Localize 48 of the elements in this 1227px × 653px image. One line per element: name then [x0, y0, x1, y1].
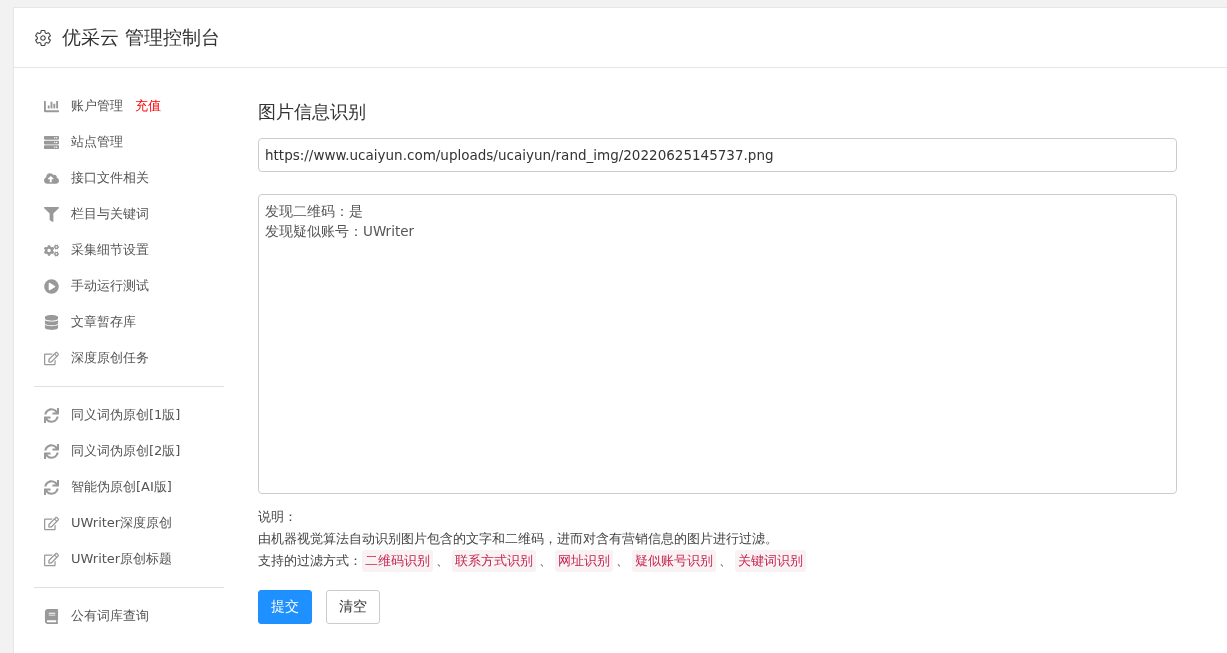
sidebar-item[interactable]: 同义词伪原创[2版]	[34, 433, 224, 469]
filter-method-tag: 联系方式识别	[452, 550, 536, 572]
filter-method-tag: 关键词识别	[735, 550, 806, 572]
separator-mark: 、	[538, 552, 553, 570]
separator-mark: 、	[435, 552, 450, 570]
page-heading: 图片信息识别	[258, 100, 367, 124]
separator-mark: 、	[718, 552, 733, 570]
sidebar-item[interactable]: 智能伪原创[AI版]	[34, 469, 224, 505]
filter-method-tag: 疑似账号识别	[632, 550, 716, 572]
filter-icon	[44, 206, 59, 222]
result-text-area[interactable]: 发现二维码：是 发现疑似账号：UWriter	[258, 194, 1177, 494]
play-icon	[44, 278, 59, 294]
server-icon	[44, 134, 59, 150]
sidebar-item[interactable]: UWriter深度原创	[34, 505, 224, 541]
sidebar-item[interactable]: UWriter原创标题	[34, 541, 224, 577]
clear-button[interactable]: 清空	[326, 590, 380, 624]
sidebar-item[interactable]: 采集细节设置	[34, 232, 224, 268]
sidebar-item[interactable]: 账户管理 充值	[34, 88, 224, 124]
sidebar-item[interactable]: 公有词库查询	[34, 598, 224, 634]
edit-icon	[44, 515, 59, 531]
cloud-upload-icon	[44, 170, 59, 186]
database-icon	[44, 314, 59, 330]
edit-icon	[44, 350, 59, 366]
note-label: 说明：	[258, 508, 298, 526]
sidebar-item[interactable]: 栏目与关键词	[34, 196, 224, 232]
sidebar-item[interactable]: 文章暂存库	[34, 304, 224, 340]
refresh-icon	[44, 443, 59, 459]
sidebar-item[interactable]: 手动运行测试	[34, 268, 224, 304]
console-title: 优采云 管理控制台	[62, 24, 221, 50]
separator-mark: 、	[615, 552, 630, 570]
sidebar-item[interactable]: 站点管理	[34, 124, 224, 160]
book-icon	[44, 608, 59, 624]
sidebar-item[interactable]: 深度原创任务	[34, 340, 224, 376]
bar-chart-icon	[44, 98, 59, 114]
edit-icon	[44, 551, 59, 567]
settings-icon	[34, 28, 52, 47]
note-text: 由机器视觉算法自动识别图片包含的文字和二维码，进而对含有营销信息的图片进行过滤。	[258, 530, 779, 548]
sidebar-item[interactable]: 同义词伪原创[1版]	[34, 397, 224, 433]
filter-method-tag: 网址识别	[555, 550, 613, 572]
refresh-icon	[44, 479, 59, 495]
recharge-link[interactable]: 充值	[135, 97, 161, 115]
filters-label: 支持的过滤方式：	[258, 552, 362, 570]
refresh-icon	[44, 407, 59, 423]
url-input-field[interactable]: https://www.ucaiyun.com/uploads/ucaiyun/rand_img/20220625145737.png	[258, 138, 1177, 172]
sidebar-item-label: 账户管理	[71, 97, 123, 115]
gears-icon	[44, 242, 59, 258]
filter-method-tag: 二维码识别	[362, 550, 433, 572]
sidebar-item[interactable]: 接口文件相关	[34, 160, 224, 196]
